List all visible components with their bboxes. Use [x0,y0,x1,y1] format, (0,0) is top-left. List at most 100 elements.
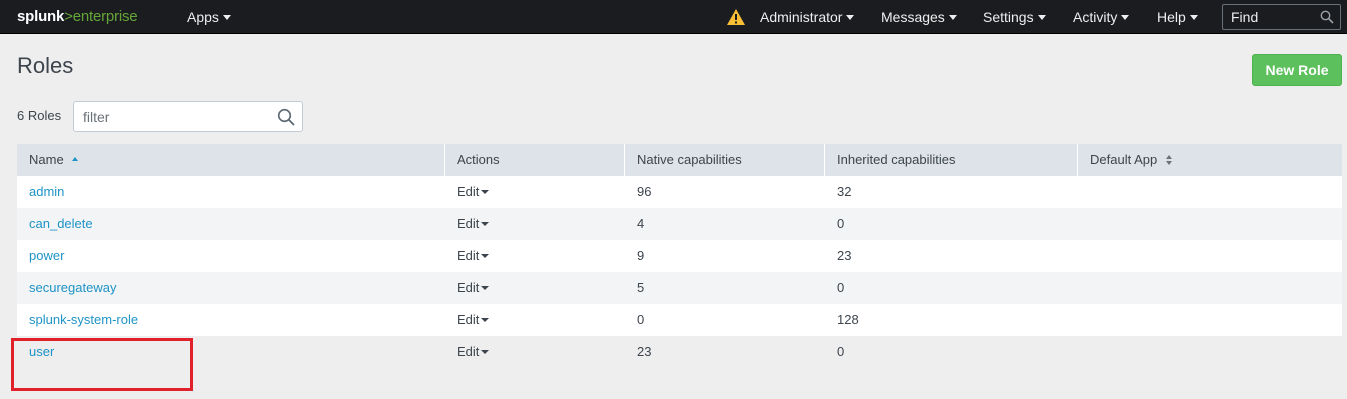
table-row: can_delete Edit 4 0 [17,208,1342,240]
administrator-menu[interactable]: Administrator [760,0,855,34]
edit-dropdown[interactable]: Edit [457,216,490,231]
chevron-down-icon [481,349,490,354]
apps-menu[interactable]: Apps [187,0,231,34]
edit-dropdown[interactable]: Edit [457,248,490,263]
column-header-inherited-capabilities: Inherited capabilities [825,144,1078,176]
actions-cell: Edit [445,272,490,304]
role-link[interactable]: can_delete [29,216,93,231]
chevron-down-icon [481,221,490,226]
edit-dropdown[interactable]: Edit [457,312,490,327]
table-row: power Edit 9 23 [17,240,1342,272]
table-header: Name Actions Native capabilities Inherit… [17,144,1342,176]
inherited-capabilities-cell: 32 [837,184,852,199]
filter-input[interactable] [74,102,274,131]
edit-label: Edit [457,184,480,199]
filter-search-box [73,101,303,132]
find-search-box [1222,4,1341,30]
table-row: securegateway Edit 5 0 [17,272,1342,304]
native-capabilities-cell: 9 [637,248,645,263]
roles-table: Name Actions Native capabilities Inherit… [17,144,1342,368]
messages-menu[interactable]: Messages [881,0,957,34]
top-navigation-bar: splunk>enterprise Apps Administrator Mes… [0,0,1347,34]
search-icon[interactable] [1320,10,1334,24]
role-name-cell: can_delete [17,208,93,240]
chevron-down-icon [222,14,231,20]
default-app-cell [1078,240,1090,272]
help-menu-label: Help [1157,9,1186,25]
default-app-cell [1078,304,1090,336]
chevron-down-icon [846,14,855,20]
logo-suffix: enterprise [72,8,138,25]
settings-menu[interactable]: Settings [983,0,1046,34]
edit-label: Edit [457,312,480,327]
native-capabilities-cell: 23 [637,344,652,359]
column-header-name-label: Name [29,152,64,167]
new-role-button[interactable]: New Role [1252,54,1342,86]
page-title: Roles [17,53,74,78]
warning-triangle-icon[interactable] [726,8,746,26]
default-app-cell [1078,208,1090,240]
column-header-name[interactable]: Name [17,144,445,176]
column-header-native-capabilities: Native capabilities [625,144,825,176]
column-header-actions: Actions [445,144,625,176]
column-header-native-label: Native capabilities [637,152,742,167]
role-link[interactable]: splunk-system-role [29,312,138,327]
inherited-capabilities-cell: 23 [837,248,852,263]
role-name-cell: power [17,240,64,272]
edit-dropdown[interactable]: Edit [457,280,490,295]
chevron-down-icon [481,285,490,290]
table-row: user Edit 23 0 [17,336,1342,368]
highlight-annotation-box [11,338,193,391]
role-link[interactable]: power [29,248,64,263]
edit-dropdown[interactable]: Edit [457,344,490,359]
column-header-default-app-label: Default App [1090,152,1158,167]
search-icon[interactable] [277,108,295,126]
edit-label: Edit [457,248,480,263]
default-app-cell [1078,336,1090,368]
chevron-down-icon [1121,14,1130,20]
inherited-capabilities-cell: 0 [837,216,845,231]
table-row: splunk-system-role Edit 0 128 [17,304,1342,336]
logo-gt: > [64,8,73,25]
chevron-down-icon [481,189,490,194]
role-link[interactable]: securegateway [29,280,116,295]
chevron-down-icon [481,317,490,322]
default-app-cell [1078,176,1090,208]
chevron-down-icon [1189,14,1198,20]
role-link[interactable]: admin [29,184,64,199]
roles-count-label: 6 Roles [17,108,62,123]
sort-ascending-icon[interactable] [71,156,78,161]
find-input[interactable] [1223,5,1318,29]
column-header-inherited-label: Inherited capabilities [837,152,956,167]
logo-main: splunk [17,8,65,25]
role-name-cell: securegateway [17,272,116,304]
actions-cell: Edit [445,336,490,368]
role-name-cell: splunk-system-role [17,304,138,336]
actions-cell: Edit [445,176,490,208]
edit-label: Edit [457,280,480,295]
edit-dropdown[interactable]: Edit [457,184,490,199]
edit-label: Edit [457,344,480,359]
role-name-cell: admin [17,176,64,208]
administrator-menu-label: Administrator [760,9,843,25]
chevron-down-icon [1037,14,1046,20]
column-header-actions-label: Actions [457,152,500,167]
table-row: admin Edit 96 32 [17,176,1342,208]
native-capabilities-cell: 4 [637,216,645,231]
settings-menu-label: Settings [983,9,1034,25]
native-capabilities-cell: 96 [637,184,652,199]
column-header-default-app[interactable]: Default App [1078,144,1342,176]
native-capabilities-cell: 0 [637,312,645,327]
activity-menu[interactable]: Activity [1073,0,1130,34]
inherited-capabilities-cell: 128 [837,312,859,327]
messages-menu-label: Messages [881,9,945,25]
inherited-capabilities-cell: 0 [837,344,845,359]
splunk-enterprise-logo[interactable]: splunk>enterprise [17,8,138,25]
actions-cell: Edit [445,240,490,272]
help-menu[interactable]: Help [1157,0,1198,34]
actions-cell: Edit [445,304,490,336]
native-capabilities-cell: 5 [637,280,645,295]
inherited-capabilities-cell: 0 [837,280,845,295]
sort-icon[interactable] [1165,154,1173,165]
apps-menu-label: Apps [187,9,219,25]
